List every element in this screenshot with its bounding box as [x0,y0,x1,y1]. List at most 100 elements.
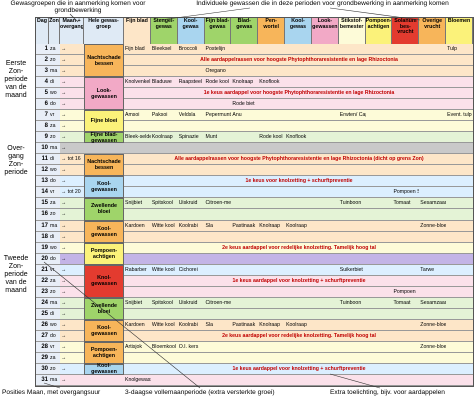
moon-position: → [61,343,67,350]
crop-cell: Witte kool [151,222,175,229]
moon-position: → [61,57,67,64]
weekday: vr [49,110,60,121]
day-number: 13 [36,176,49,187]
crop-cell: Koolrabi [178,321,198,328]
header-dag: Dag [36,18,49,44]
crop-cell: O.I. kers [178,343,199,350]
day-number: 7 [36,110,49,121]
moon-position: → [61,332,67,339]
weekday: ma [49,297,60,308]
moon-position: → [61,233,67,240]
moon-position: → [61,145,67,152]
weekday: za [49,198,60,209]
moon-position: → tot 20 [61,189,81,196]
crop-cell: Sla [205,222,214,229]
moon-position: → [61,123,67,130]
day-number: 14 [36,187,49,198]
day-number: 9 [36,132,49,143]
header-maan: Maan + overgang [60,18,84,44]
weekday: ma [49,66,60,77]
header-crop-12: Overige vrucht [419,18,447,44]
moon-position: → [61,354,67,361]
side-label-transition: Over-gang Zon-periode [4,145,28,176]
moon-position: → [61,68,67,75]
weekday: zo [49,209,60,220]
crop-cell: Knolraap [259,321,280,328]
day-number: 31 [36,374,49,385]
crop-cell: Knoflook [286,134,307,141]
weekday: di [49,77,60,88]
row-note: 1e keus voor knolzetting + schurftpreven… [245,178,353,185]
crop-cell: Tuinboon [339,200,362,207]
crop-cell: Veldsla [178,112,196,119]
crop-group-label: Zwellende bloei [84,198,124,221]
header-crop-2: Stengel-gewas [150,18,178,44]
annotation-bottom-right: Extra toelichting, bijv. voor aardappele… [330,389,445,396]
crop-cell: Rode kool [205,79,229,86]
crop-cell: Fijn blad [125,46,145,52]
crop-cell: Sesamzaad [420,299,447,306]
calendar-table: Dag Zon Maan + overgang Hele gewas-groep Fij… [35,17,474,387]
crop-group-label: Look-gewassen [84,77,124,111]
crop-group-label: Nachtschade bessen [84,44,124,78]
row-note: 1e keus aardappel voor knolzetting + sch… [232,365,366,372]
moon-position: → [61,299,67,306]
weekday: za [49,352,60,363]
moon-position: → [61,277,67,284]
crop-cell: Spitskool [151,200,173,207]
weekday: di [49,154,60,165]
crop-group-label: Pompoen-achtigen [84,341,124,364]
day-number: 23 [36,286,49,297]
moon-position: → [61,167,67,174]
annotation-bottom-left: Posities Maan, met overgangsuur [2,389,101,396]
crop-cell: Pompoen Suikerbiet [393,189,419,196]
crop-cell: Koolrabi [178,222,198,229]
day-number: 2 [36,55,49,66]
weekday: wo [49,88,60,99]
day-number: 12 [36,165,49,176]
day-number: 22 [36,275,49,286]
crop-cell: Zonne-bloemen [420,321,446,328]
weekday: ma [49,374,60,385]
side-label-second-period: Tweede Zon-periode van de maand [3,255,29,294]
weekday: zo [49,55,60,66]
weekday: za [49,275,60,286]
crop-group-label: Fijne blad-gewassen [84,132,124,144]
row-note: 2e keus aardappel voor redelijke knolzet… [222,332,376,339]
crop-cell: Kardoen [125,321,145,328]
day-number: 29 [36,352,49,363]
weekday: do [49,330,60,341]
header-zon: Zon [49,18,60,44]
crop-cell: Anu [232,112,242,119]
crop-cell: Knolraap [232,79,254,86]
header-crop-1: Fijn blad [124,18,151,44]
crop-cell: Zonne-bloemen [420,343,446,350]
moon-position: → [61,266,67,273]
crop-cell: Pastinaak [232,222,256,229]
header-crop-5: Blad-gewas [231,18,259,44]
row-note: 1e keus aardappel voor hoogste Phytophth… [203,90,395,97]
weekday: zo [49,132,60,143]
crop-cell: Oregano [205,68,226,75]
crop-cell: Koolraap [151,134,173,141]
crop-cell: Broccoli [178,46,198,52]
crop-group-label: Fijne bloei [84,110,124,133]
crop-cell: Tuinboon [339,299,362,306]
crop-group-label: Kool-gewassen [84,319,124,342]
weekday: ma [49,143,60,154]
crop-group-label: Kool-gewassen [84,363,124,375]
day-number: 24 [36,297,49,308]
weekday: za [49,121,60,132]
moon-position: → [61,46,67,52]
header-crop-4: Fijn blad-gewas [204,18,232,44]
day-number: 1 [36,44,49,55]
day-number: 5 [36,88,49,99]
crop-cell: Koolraap [286,321,307,328]
weekday: wo [49,242,60,253]
crop-group-label: Knol-gewassen [84,264,124,298]
moon-position: → [61,112,67,119]
crop-cell: Knolvenkel [125,79,151,86]
weekday: zo [49,363,60,374]
moon-position: → [61,134,67,141]
moon-position: → [61,376,67,383]
